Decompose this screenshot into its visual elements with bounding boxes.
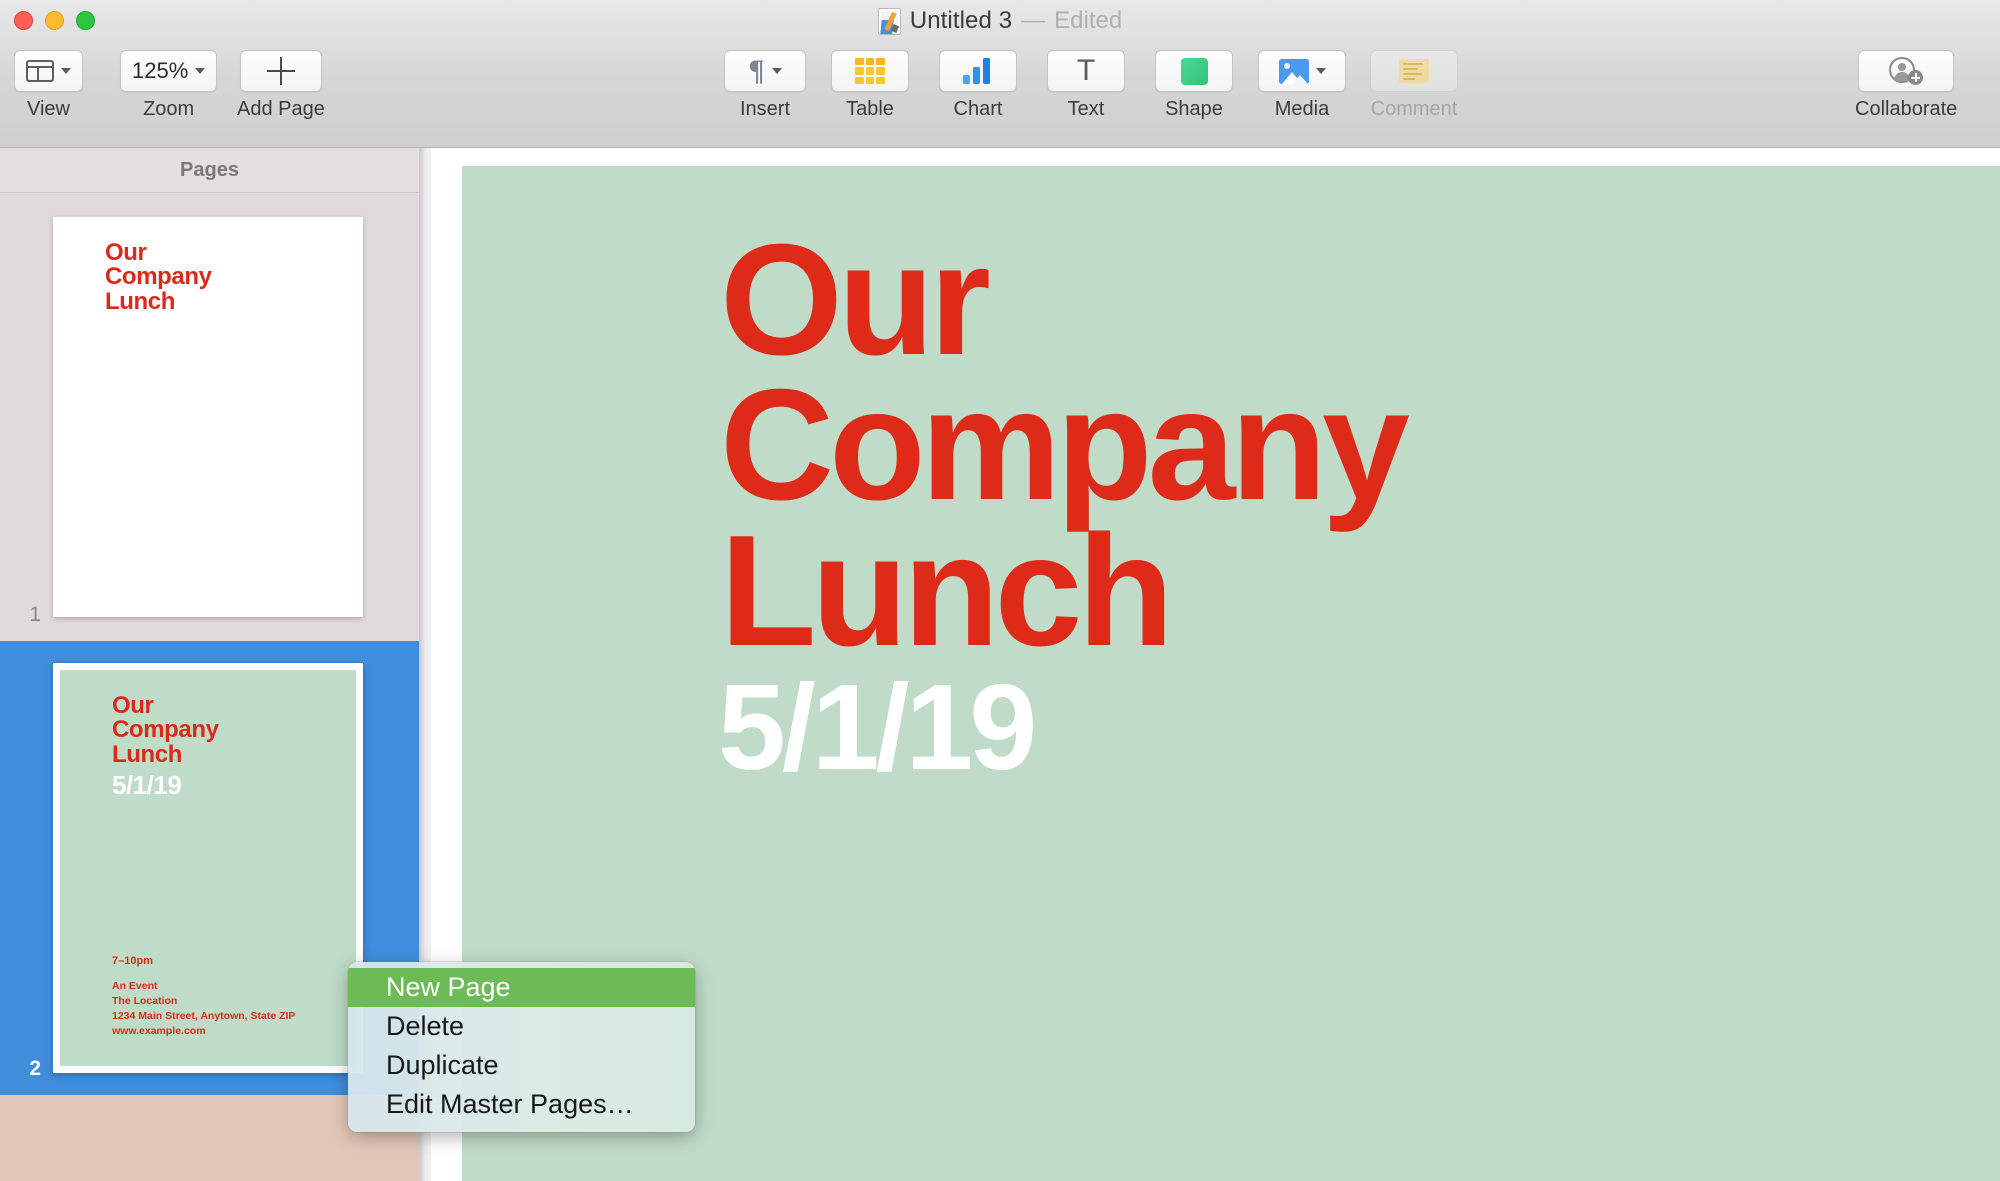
close-button[interactable] bbox=[14, 11, 33, 30]
toolbar-item-add-page[interactable]: Add Page bbox=[237, 50, 325, 121]
window-traffic-lights bbox=[14, 11, 95, 30]
collaborate-button[interactable] bbox=[1858, 50, 1955, 92]
thumb-2-date: 5/1/19 bbox=[112, 770, 182, 800]
thumb-1-title: Our Company Lunch bbox=[105, 239, 212, 315]
toolbar-item-chart[interactable]: Chart bbox=[939, 50, 1017, 121]
page-date[interactable]: 5/1/19 bbox=[718, 666, 1037, 788]
menu-item-edit-master-pages[interactable]: Edit Master Pages… bbox=[348, 1085, 695, 1124]
sidebar-layout-icon bbox=[26, 60, 54, 82]
page-thumbnail-2-canvas[interactable]: Our Company Lunch 5/1/19 7–10pm An Event… bbox=[53, 663, 363, 1073]
sidebar-header: Pages bbox=[0, 148, 419, 193]
insert-button[interactable]: ¶ bbox=[724, 50, 806, 92]
page-thumbnail-1[interactable]: 1 Our Company Lunch bbox=[0, 193, 419, 641]
add-person-icon bbox=[1889, 57, 1924, 85]
toolbar-item-comment[interactable]: Comment bbox=[1370, 50, 1458, 121]
thumb-2-details: An Event The Location 1234 Main Street, … bbox=[112, 980, 296, 1037]
zoom-button[interactable] bbox=[76, 11, 95, 30]
pilcrow-icon: ¶ bbox=[748, 54, 765, 87]
minimize-button[interactable] bbox=[45, 11, 64, 30]
pages-app-window: Untitled 3 — Edited View 125% Zoom Add P… bbox=[0, 0, 2000, 1181]
text-label: Text bbox=[1067, 98, 1105, 120]
toolbar-item-shape[interactable]: Shape bbox=[1155, 50, 1233, 121]
document-title: Untitled 3 bbox=[909, 7, 1013, 34]
toolbar-item-view[interactable]: View bbox=[14, 50, 83, 121]
title-separator: — bbox=[1021, 7, 1046, 34]
table-icon bbox=[855, 58, 885, 84]
thumb-2-title: Our Company Lunch bbox=[112, 692, 219, 768]
edited-status: Edited bbox=[1054, 7, 1123, 34]
comment-label: Comment bbox=[1370, 98, 1458, 120]
bar-chart-icon bbox=[963, 58, 993, 84]
add-page-button[interactable] bbox=[239, 50, 322, 92]
media-button[interactable] bbox=[1258, 50, 1346, 92]
text-button[interactable]: T bbox=[1047, 50, 1125, 92]
chart-button[interactable] bbox=[939, 50, 1017, 92]
view-button[interactable] bbox=[14, 50, 83, 92]
toolbar-item-text[interactable]: T Text bbox=[1047, 50, 1125, 121]
comment-note-icon bbox=[1399, 59, 1429, 83]
zoom-label: Zoom bbox=[143, 98, 195, 120]
insert-label: Insert bbox=[739, 98, 791, 120]
table-label: Table bbox=[846, 98, 894, 120]
photo-icon bbox=[1278, 58, 1309, 84]
zoom-button-toolbar[interactable]: 125% bbox=[120, 50, 218, 92]
sidebar-title: Pages bbox=[180, 158, 239, 181]
window-title-bar: Untitled 3 — Edited bbox=[0, 6, 2000, 36]
page-thumbnail-1-canvas[interactable]: Our Company Lunch bbox=[53, 217, 363, 617]
document-icon bbox=[877, 7, 901, 35]
toolbar-item-zoom[interactable]: 125% Zoom bbox=[120, 50, 218, 121]
page-context-menu[interactable]: New Page Delete Duplicate Edit Master Pa… bbox=[348, 962, 695, 1132]
chevron-down-icon bbox=[1315, 68, 1326, 74]
page-headline[interactable]: Our Company Lunch bbox=[720, 221, 1410, 670]
shape-square-icon bbox=[1180, 57, 1208, 85]
plus-icon bbox=[266, 57, 295, 85]
thumb-2-time: 7–10pm bbox=[112, 955, 153, 967]
zoom-value: 125% bbox=[132, 58, 189, 83]
collaborate-label: Collaborate bbox=[1855, 98, 1958, 120]
text-t-icon: T bbox=[1076, 54, 1096, 87]
media-label: Media bbox=[1274, 98, 1330, 120]
shape-label: Shape bbox=[1165, 98, 1223, 120]
chevron-down-icon bbox=[61, 68, 71, 74]
menu-item-duplicate[interactable]: Duplicate bbox=[348, 1046, 695, 1085]
chevron-down-icon bbox=[771, 68, 782, 74]
comment-button[interactable] bbox=[1370, 50, 1458, 92]
toolbar-item-media[interactable]: Media bbox=[1258, 50, 1346, 121]
shape-button[interactable] bbox=[1155, 50, 1233, 92]
page-number-1: 1 bbox=[29, 603, 41, 626]
view-label: View bbox=[27, 98, 70, 120]
chart-label: Chart bbox=[953, 98, 1003, 120]
page-number-2: 2 bbox=[29, 1057, 41, 1080]
toolbar-item-collaborate[interactable]: Collaborate bbox=[1855, 50, 1957, 121]
table-button[interactable] bbox=[831, 50, 909, 92]
menu-item-delete[interactable]: Delete bbox=[348, 1007, 695, 1046]
toolbar-item-insert[interactable]: ¶ Insert bbox=[724, 50, 806, 121]
add-page-label: Add Page bbox=[237, 98, 325, 120]
toolbar-item-table[interactable]: Table bbox=[831, 50, 909, 121]
chevron-down-icon bbox=[195, 68, 206, 74]
menu-item-new-page[interactable]: New Page bbox=[348, 968, 695, 1007]
toolbar: Untitled 3 — Edited View 125% Zoom Add P… bbox=[0, 0, 2000, 148]
